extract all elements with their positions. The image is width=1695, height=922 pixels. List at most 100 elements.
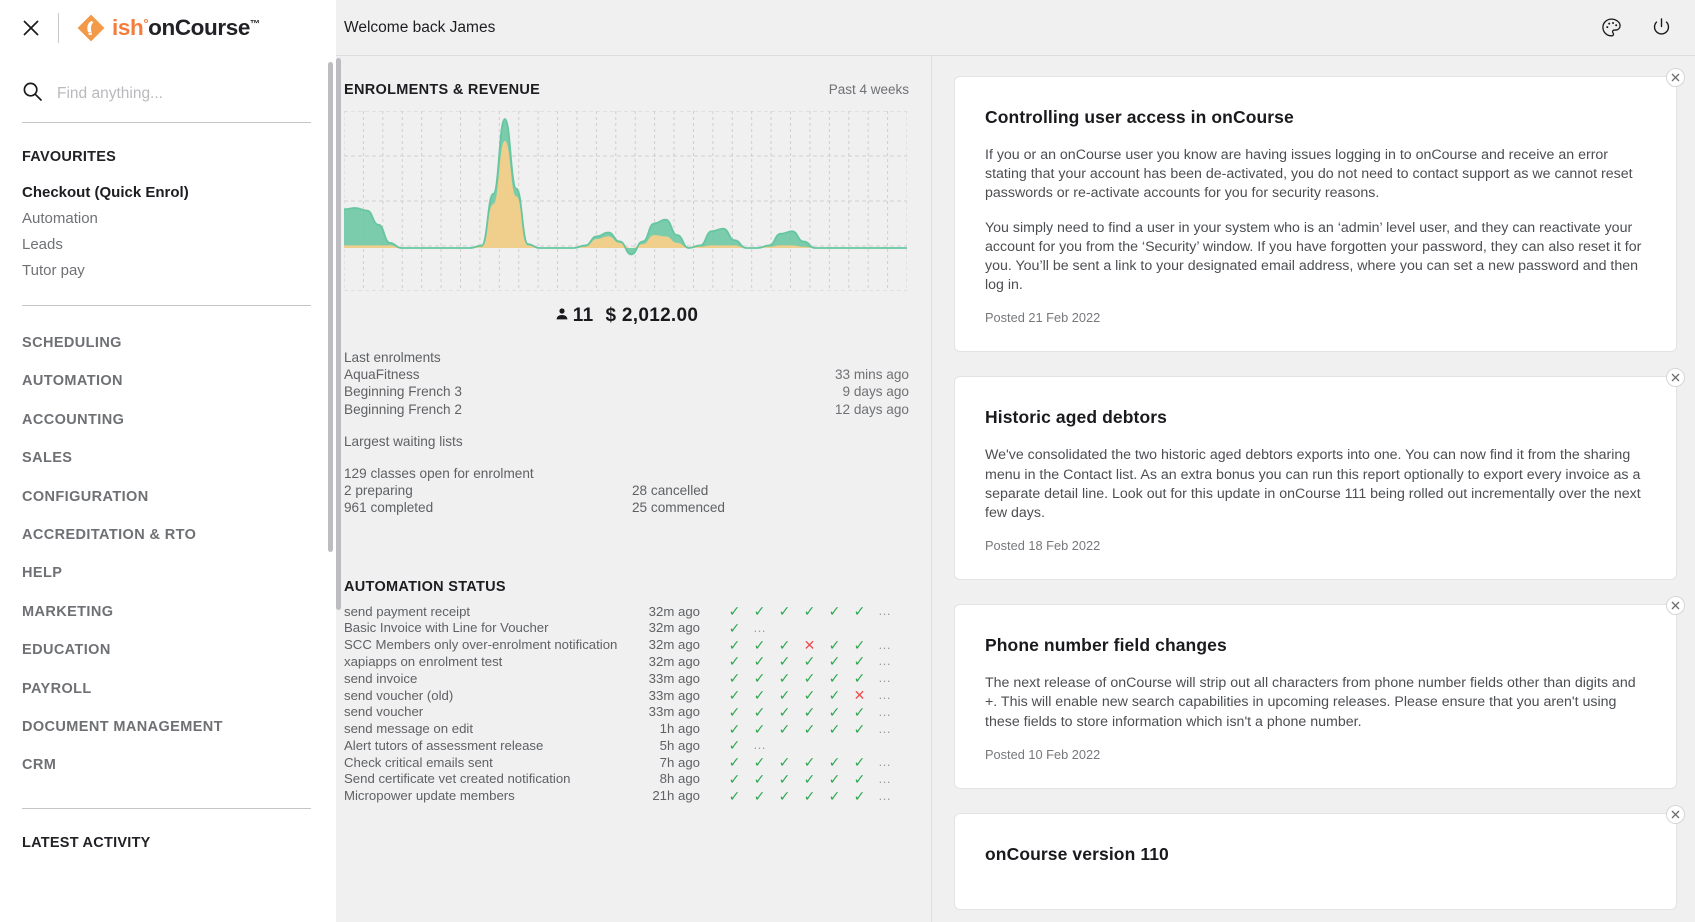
- close-icon[interactable]: [1666, 596, 1685, 616]
- sidebar-item-leads[interactable]: Leads: [22, 232, 314, 258]
- check-icon: ✓: [728, 670, 741, 687]
- sidebar-item-tutor-pay[interactable]: Tutor pay: [22, 258, 314, 284]
- check-icon: ✓: [828, 703, 841, 720]
- sidebar-item-automation-fav[interactable]: Automation: [22, 206, 314, 232]
- ellipsis-icon: …: [878, 687, 891, 702]
- news-card-title: Phone number field changes: [985, 635, 1227, 656]
- welcome-message: Welcome back James: [344, 18, 496, 36]
- automation-marks: ✓ ✓ ✓ ✓ ✓ ✓…: [722, 771, 897, 787]
- check-icon: ✓: [778, 703, 791, 720]
- enrolments-revenue-chart: [344, 111, 909, 291]
- check-icon: ✓: [728, 737, 741, 754]
- automation-row[interactable]: send voucher 33m ago ✓ ✓ ✓ ✓ ✓ ✓…: [344, 703, 909, 720]
- check-icon: ✓: [853, 703, 866, 720]
- automation-name: send voucher: [344, 704, 424, 720]
- latest-activity-heading: LATEST ACTIVITY: [22, 834, 151, 851]
- automation-time: 33m ago: [648, 704, 700, 720]
- automation-marks: ✓ ✓ ✓ ✓ ✓ ✓…: [722, 754, 897, 770]
- search-input[interactable]: [57, 85, 310, 103]
- automation-name: send payment receipt: [344, 603, 471, 619]
- list-item[interactable]: Beginning French 2 12 days ago: [344, 401, 909, 418]
- close-icon[interactable]: [1666, 68, 1685, 87]
- automation-row[interactable]: send invoice 33m ago ✓ ✓ ✓ ✓ ✓ ✓…: [344, 670, 909, 687]
- check-icon: ✓: [728, 770, 741, 787]
- automation-row[interactable]: Check critical emails sent 7h ago ✓ ✓ ✓ ✓ ✓ ✓…: [344, 754, 909, 771]
- sidebar-scrollbar[interactable]: [328, 62, 333, 552]
- search-bar[interactable]: [0, 56, 336, 112]
- palette-icon[interactable]: [1597, 14, 1625, 42]
- last-enrolments-block: Last enrolments AquaFitness 33 mins ago …: [344, 349, 909, 418]
- check-icon: ✓: [753, 603, 766, 620]
- enrolments-revenue-header: ENROLMENTS & REVENUE Past 4 weeks: [344, 82, 909, 98]
- automation-row[interactable]: Basic Invoice with Line for Voucher 32m a…: [344, 619, 909, 636]
- automation-name: SCC Members only over-enrolment notifica…: [344, 637, 618, 653]
- close-icon[interactable]: [1666, 368, 1685, 388]
- ellipsis-icon: …: [878, 787, 891, 803]
- sidebar-item-accounting[interactable]: ACCOUNTING: [22, 401, 314, 439]
- app-root: ish°onCourse™ FAVOURITES Checkout (Quick…: [0, 0, 1695, 922]
- automation-row[interactable]: SCC Members only over-enrolment notifica…: [344, 636, 909, 653]
- check-icon: ✓: [728, 636, 741, 653]
- automation-marks: ✓ ✓ ✓ ✓ ✓ ✕…: [722, 687, 897, 703]
- sidebar-item-sales[interactable]: SALES: [22, 439, 314, 477]
- check-icon: ✓: [853, 653, 866, 670]
- sidebar-item-marketing[interactable]: MARKETING: [22, 593, 314, 631]
- sidebar-item-crm[interactable]: CRM: [22, 746, 314, 784]
- dashboard-scrollbar[interactable]: [336, 58, 341, 610]
- panel-title: ENROLMENTS & REVENUE: [344, 82, 541, 98]
- automation-row[interactable]: send message on edit 1h ago ✓ ✓ ✓ ✓ ✓ ✓…: [344, 720, 909, 737]
- dashboard-column: ENROLMENTS & REVENUE Past 4 weeks 11 $ 2…: [336, 56, 931, 922]
- classes-completed: 961 completed: [344, 500, 434, 516]
- automation-marks: ✓…: [722, 737, 772, 753]
- cross-icon: ✕: [803, 636, 816, 653]
- check-icon: ✓: [753, 687, 766, 703]
- close-icon[interactable]: [14, 11, 48, 45]
- power-icon[interactable]: [1647, 14, 1675, 42]
- sidebar-item-education[interactable]: EDUCATION: [22, 631, 314, 669]
- check-icon: ✓: [853, 720, 866, 737]
- sidebar-item-configuration[interactable]: CONFIGURATION: [22, 478, 314, 516]
- automation-row[interactable]: Send certificate vet created notificatio…: [344, 771, 909, 788]
- automation-marks: ✓ ✓ ✓ ✓ ✓ ✓…: [722, 721, 897, 737]
- check-icon: ✓: [803, 703, 816, 720]
- news-card: Phone number field changes The next relea…: [954, 596, 1685, 789]
- sidebar-item-scheduling[interactable]: SCHEDULING: [22, 324, 314, 362]
- oncourse-logo[interactable]: ish ° onCourse ™: [75, 11, 260, 45]
- ellipsis-icon: …: [753, 737, 766, 753]
- check-icon: ✓: [778, 653, 791, 670]
- check-icon: ✓: [728, 754, 741, 771]
- sidebar-item-accreditation-rto[interactable]: ACCREDITATION & RTO: [22, 516, 314, 554]
- sidebar-item-automation[interactable]: AUTOMATION: [22, 362, 314, 400]
- automation-row[interactable]: send payment receipt 32m ago ✓ ✓ ✓ ✓ ✓ ✓…: [344, 603, 909, 620]
- news-card-title: Historic aged debtors: [985, 407, 1167, 428]
- sidebar-item-help[interactable]: HELP: [22, 554, 314, 592]
- class-stats-block: 129 classes open for enrolment 2 prepari…: [344, 465, 909, 517]
- check-icon: ✓: [753, 636, 766, 653]
- list-item[interactable]: AquaFitness 33 mins ago: [344, 366, 909, 383]
- check-icon: ✓: [803, 787, 816, 804]
- list-item[interactable]: Beginning French 3 9 days ago: [344, 383, 909, 400]
- automation-row[interactable]: xapiapps on enrolment test 32m ago ✓ ✓ ✓ ✓ ✓ ✓…: [344, 653, 909, 670]
- automation-marks: ✓ ✓ ✓ ✕ ✓ ✓…: [722, 637, 897, 653]
- news-card: Historic aged debtors We've consolidated …: [954, 368, 1685, 581]
- check-icon: ✓: [803, 687, 816, 703]
- check-icon: ✓: [803, 670, 816, 687]
- sidebar-item-checkout-quick-enrol[interactable]: Checkout (Quick Enrol): [22, 180, 314, 206]
- check-icon: ✓: [853, 603, 866, 620]
- check-icon: ✓: [828, 770, 841, 787]
- automation-name: Check critical emails sent: [344, 754, 493, 770]
- automation-row[interactable]: send voucher (old) 33m ago ✓ ✓ ✓ ✓ ✓ ✕…: [344, 687, 909, 704]
- classes-open-count: 129 classes open for enrolment: [344, 466, 534, 482]
- sidebar-item-payroll[interactable]: PAYROLL: [22, 670, 314, 708]
- topbar-actions: [1597, 14, 1675, 42]
- sidebar-item-document-management[interactable]: DOCUMENT MANAGEMENT: [22, 708, 314, 746]
- news-card-date: Posted 10 Feb 2022: [985, 746, 1101, 762]
- news-card-date: Posted 18 Feb 2022: [985, 538, 1101, 554]
- automation-row[interactable]: Micropower update members 21h ago ✓ ✓ ✓ ✓ ✓ ✓…: [344, 787, 909, 804]
- check-icon: ✓: [728, 619, 741, 636]
- close-icon[interactable]: [1666, 804, 1685, 824]
- search-icon: [22, 81, 43, 107]
- check-icon: ✓: [728, 703, 741, 720]
- last-enrolments-title: Last enrolments: [344, 350, 441, 365]
- automation-row[interactable]: Alert tutors of assessment release 5h ago…: [344, 737, 909, 754]
